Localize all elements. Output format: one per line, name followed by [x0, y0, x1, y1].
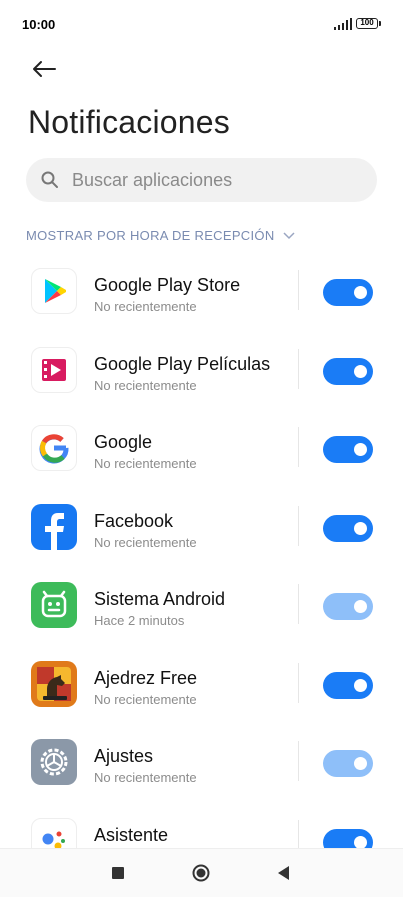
sort-label: MOSTRAR POR HORA DE RECEPCIÓN [26, 228, 275, 243]
android-system-icon [31, 582, 77, 628]
search-box[interactable] [26, 158, 377, 202]
divider [298, 584, 299, 624]
status-time: 10:00 [22, 17, 56, 32]
navigation-bar [0, 848, 403, 897]
app-subtitle: No recientemente [94, 534, 197, 550]
battery-icon: 100 [356, 18, 378, 29]
list-item[interactable]: Sistema Android Hace 2 minutos [0, 574, 403, 653]
app-subtitle: No recientemente [94, 456, 197, 471]
list-item[interactable]: Google Play Store No recientemente [0, 260, 403, 339]
page-title: Notificaciones [28, 104, 231, 140]
notification-toggle[interactable] [323, 671, 373, 699]
search-input[interactable] [72, 158, 362, 202]
app-name: Google Play Películas [94, 353, 271, 374]
app-subtitle: No recientemente [94, 299, 197, 314]
app-name: Google Play Store [94, 275, 241, 295]
notification-toggle-disabled [323, 593, 373, 620]
google-play-movies-icon [31, 346, 77, 393]
arrow-left-icon [33, 61, 56, 77]
google-icon [31, 425, 77, 471]
divider [298, 270, 299, 310]
app-subtitle: No recientemente [94, 691, 197, 707]
battery-tip [379, 21, 381, 26]
app-subtitle: Hace 2 minutos [94, 613, 185, 628]
divider [298, 427, 299, 467]
notification-toggle-disabled [323, 750, 373, 777]
chevron-down-icon [282, 231, 295, 239]
home-button[interactable] [192, 864, 210, 882]
list-item[interactable]: Facebook No recientemente [0, 496, 403, 575]
divider [298, 505, 299, 546]
notification-toggle[interactable] [323, 514, 373, 542]
notification-toggle[interactable] [323, 436, 373, 463]
app-subtitle: No recientemente [94, 770, 197, 785]
recents-button[interactable] [112, 867, 124, 879]
divider [298, 662, 299, 703]
notification-toggle[interactable] [323, 279, 373, 306]
list-item[interactable]: Ajustes No recientemente [0, 731, 403, 810]
app-subtitle: No recientemente [94, 377, 197, 393]
notification-toggle[interactable] [323, 357, 373, 385]
facebook-icon [31, 503, 77, 550]
app-name: Facebook [94, 510, 174, 531]
battery-level: 100 [360, 18, 374, 27]
status-bar: 10:00 100 [0, 0, 403, 48]
app-name: Ajedrez Free [94, 667, 198, 688]
search-icon [41, 171, 58, 188]
chess-icon [31, 660, 77, 707]
settings-gear-icon [31, 739, 77, 785]
app-name: Ajustes [94, 746, 154, 766]
app-name: Asistente [94, 824, 169, 845]
sort-dropdown[interactable]: MOSTRAR POR HORA DE RECEPCIÓN [26, 228, 295, 243]
divider [298, 741, 299, 781]
list-item[interactable]: Ajedrez Free No recientemente [0, 653, 403, 732]
back-button[interactable] [28, 55, 60, 83]
signal-icon [334, 18, 352, 30]
list-item[interactable]: Google No recientemente [0, 417, 403, 496]
app-list: Google Play Store No recientemente Googl… [0, 260, 403, 888]
app-name: Sistema Android [94, 589, 226, 609]
divider [298, 348, 299, 389]
list-item[interactable]: Google Play Películas No recientemente [0, 339, 403, 418]
google-play-store-icon [31, 268, 77, 314]
app-name: Google [94, 432, 153, 452]
nav-back-button[interactable] [276, 864, 290, 882]
